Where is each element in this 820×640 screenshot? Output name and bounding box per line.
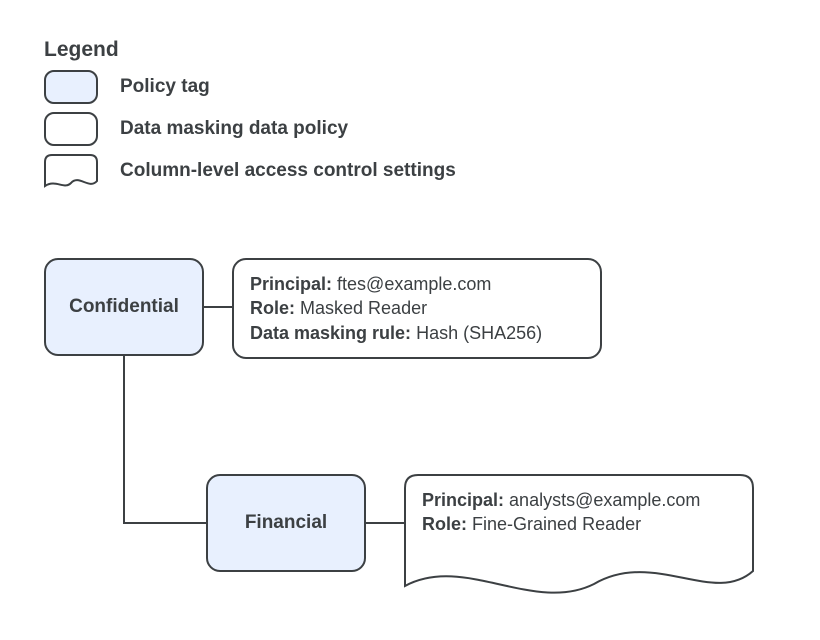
connector-confidential-to-financial-h [123,522,206,524]
legend-label-data-policy: Data masking data policy [120,118,348,140]
diagram-canvas: Legend Policy tag Data masking data poli… [0,0,820,640]
legend-label-clac: Column-level access control settings [120,160,456,182]
legend-swatch-policy-tag [44,70,98,104]
connector-financial-to-clac [366,522,404,524]
value-principal: ftes@example.com [337,274,491,294]
label-data-masking-rule: Data masking rule: [250,323,411,343]
node-confidential-policy: Principal: ftes@example.com Role: Masked… [232,258,602,359]
value-data-masking-rule: Hash (SHA256) [416,323,542,343]
label-principal-fin: Principal: [422,490,504,510]
connector-confidential-to-policy [204,306,232,308]
label-role-fin: Role: [422,514,467,534]
label-role: Role: [250,298,295,318]
node-financial-tag-label: Financial [245,512,327,534]
node-financial-clac-text: Principal: analysts@example.com Role: Fi… [404,474,790,537]
node-confidential-tag: Confidential [44,258,204,356]
value-role-fin: Fine-Grained Reader [472,514,641,534]
legend-swatch-clac [44,154,98,192]
node-confidential-tag-label: Confidential [69,296,179,318]
value-role: Masked Reader [300,298,427,318]
legend-swatch-data-policy [44,112,98,146]
node-financial-tag: Financial [206,474,366,572]
connector-confidential-to-financial-v [123,356,125,524]
legend-label-policy-tag: Policy tag [120,76,210,98]
legend-title: Legend [44,38,119,62]
label-principal: Principal: [250,274,332,294]
value-principal-fin: analysts@example.com [509,490,700,510]
